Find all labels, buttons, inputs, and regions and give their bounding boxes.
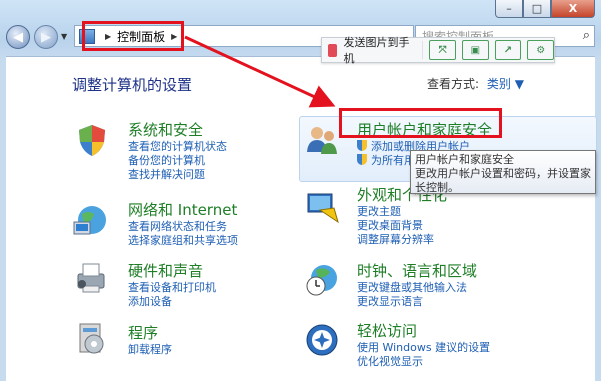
annotation-arrow xyxy=(184,35,336,108)
